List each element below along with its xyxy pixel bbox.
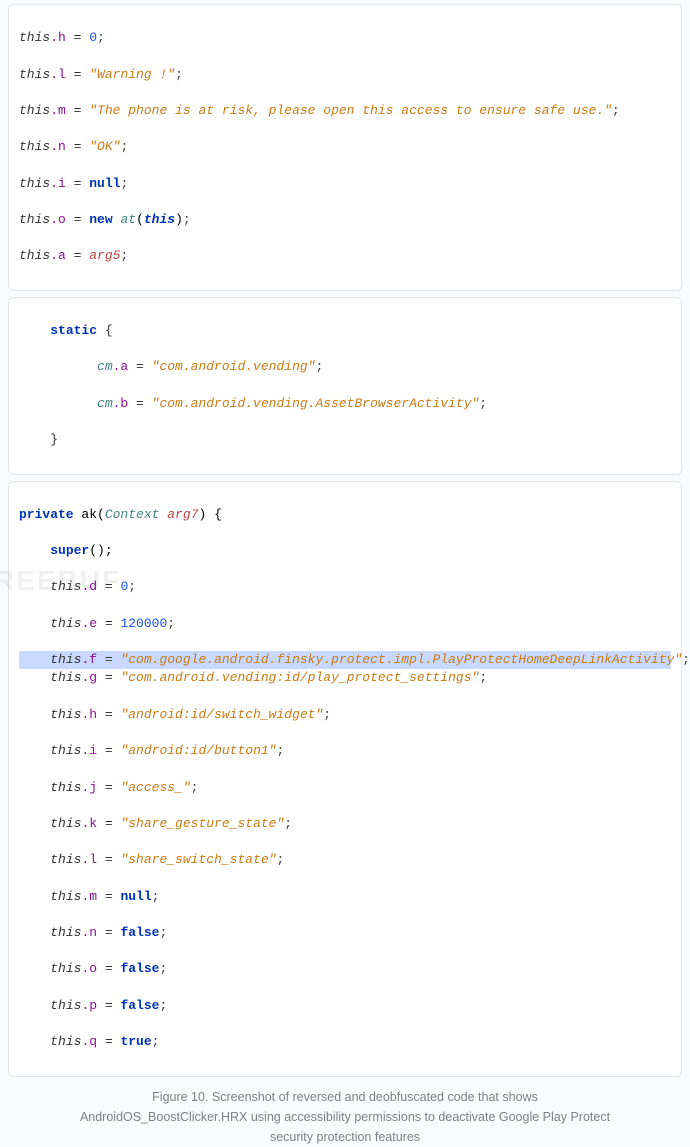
code-line: this.q = true; [19, 1033, 671, 1051]
code-line: this.a = arg5; [19, 247, 671, 265]
code-line: this.o = false; [19, 960, 671, 978]
code-line: this.d = 0; [19, 578, 671, 596]
code-line: this.k = "share_gesture_state"; [19, 815, 671, 833]
code-line: this.e = 120000; [19, 615, 671, 633]
code-line: } [19, 431, 671, 449]
code-line: this.p = false; [19, 997, 671, 1015]
code-line: this.l = "share_switch_state"; [19, 851, 671, 869]
code-line: static { [19, 322, 671, 340]
highlighted-line: this.f = "com.google.android.finsky.prot… [19, 651, 671, 669]
code-line: this.l = "Warning !"; [19, 66, 671, 84]
code-line: this.m = "The phone is at risk, please o… [19, 102, 671, 120]
code-line: this.j = "access_"; [19, 779, 671, 797]
code-line: cm.b = "com.android.vending.AssetBrowser… [19, 395, 671, 413]
code-line: private ak(Context arg7) { [19, 506, 671, 524]
code-line: this.i = null; [19, 175, 671, 193]
code-line: this.h = "android:id/switch_widget"; [19, 706, 671, 724]
code-block-3: private ak(Context arg7) { super(); this… [8, 481, 682, 1077]
code-block-2: static { cm.a = "com.android.vending"; c… [8, 297, 682, 475]
code-line: this.n = "OK"; [19, 138, 671, 156]
figure-caption: Figure 10. Screenshot of reversed and de… [8, 1083, 682, 1147]
code-line: this.g = "com.android.vending:id/play_pr… [19, 669, 671, 687]
caption-line-2: AndroidOS_BoostClicker.HRX using accessi… [80, 1110, 610, 1124]
code-line: this.o = new at(this); [19, 211, 671, 229]
code-line: this.h = 0; [19, 29, 671, 47]
code-line: this.n = false; [19, 924, 671, 942]
code-line: this.m = null; [19, 888, 671, 906]
code-line: this.i = "android:id/button1"; [19, 742, 671, 760]
code-line: cm.a = "com.android.vending"; [19, 358, 671, 376]
code-line: super(); [19, 542, 671, 560]
code-block-1: this.h = 0; this.l = "Warning !"; this.m… [8, 4, 682, 291]
caption-line-1: Figure 10. Screenshot of reversed and de… [152, 1090, 538, 1104]
caption-line-3: security protection features [270, 1130, 420, 1144]
